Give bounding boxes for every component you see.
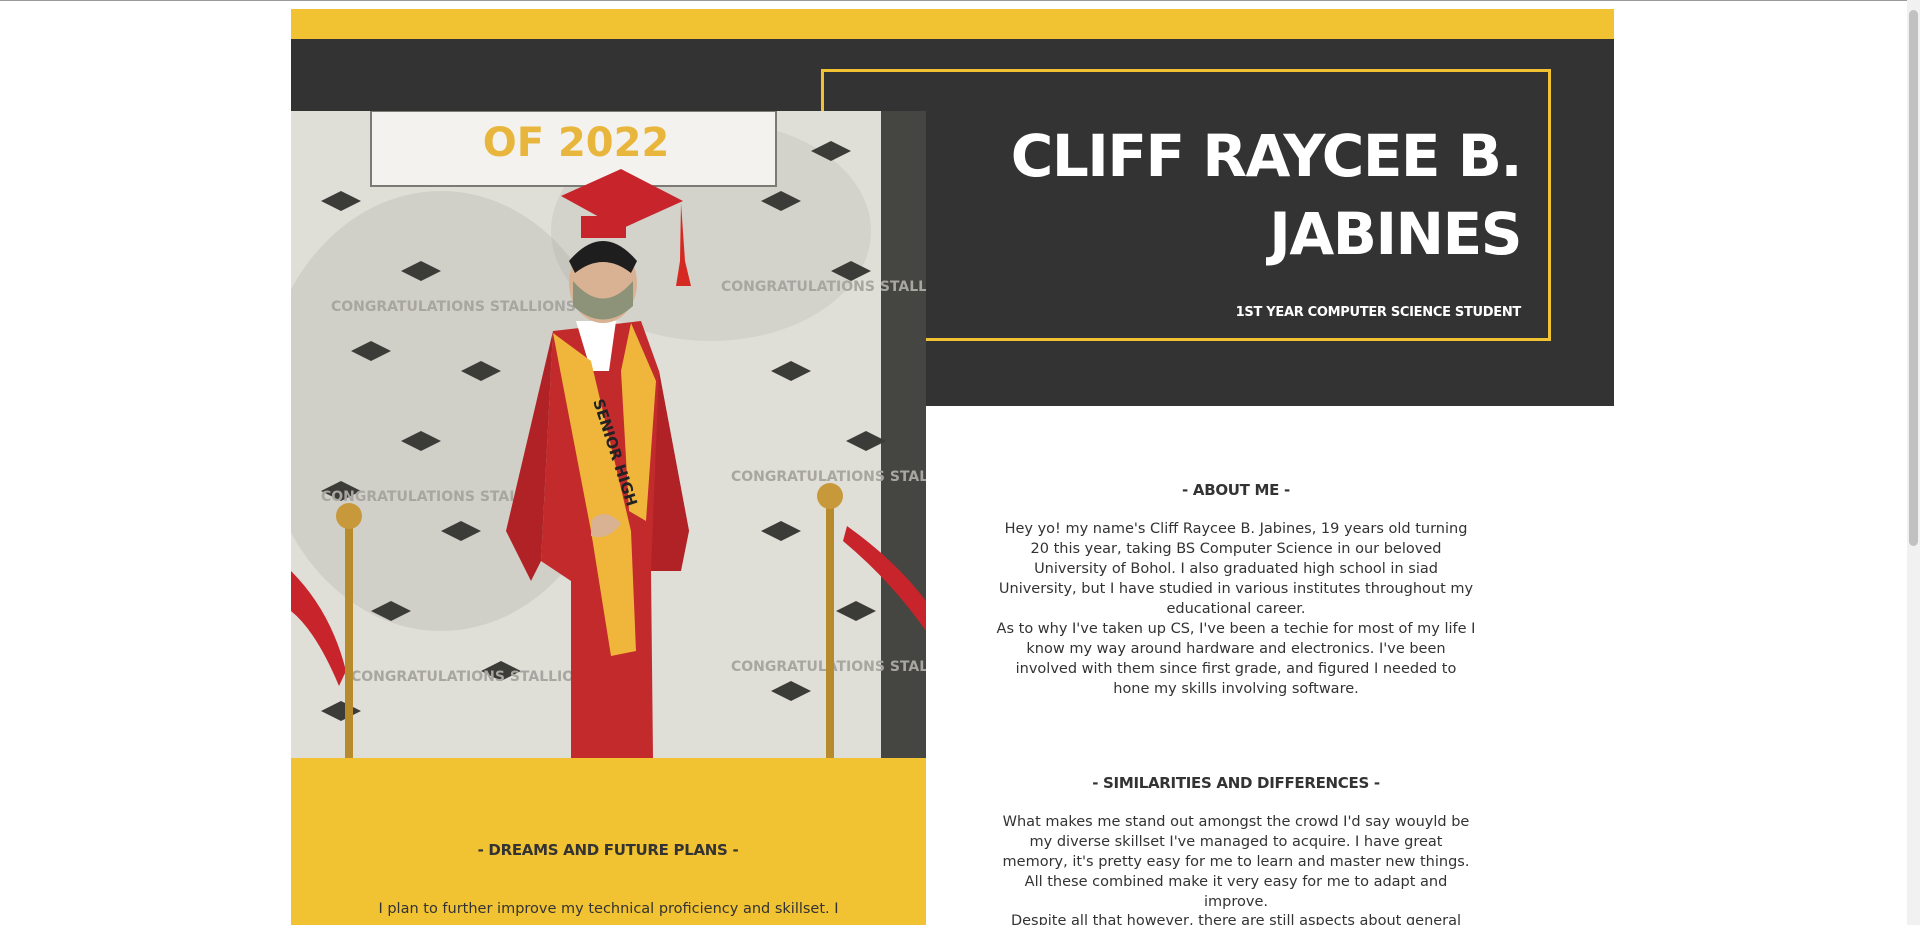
backdrop-text-5: CONGRATULATIONS STALLIONS! [351, 669, 602, 685]
about-paragraph-1: Hey yo! my name's Cliff Raycee B. Jabine… [998, 521, 1474, 617]
backdrop-text-4: CONGRATULATIONS STALLIONS! [731, 469, 926, 485]
page-subtitle: 1ST YEAR COMPUTER SCIENCE STUDENT [1235, 305, 1522, 320]
backdrop-text-2: CONGRATULATIONS STALLIONS! [721, 279, 926, 295]
backdrop-text-1: CONGRATULATIONS STALLIONS! [331, 299, 582, 315]
page-scrollbar[interactable] [1907, 0, 1920, 925]
similarities-paragraph-1: What makes me stand out amongst the crow… [1002, 814, 1470, 910]
about-paragraph-2: As to why I've taken up CS, I've been a … [996, 621, 1476, 697]
browser-top-border [0, 0, 1907, 1]
about-heading: - ABOUT ME - [1182, 481, 1290, 499]
scrollbar-thumb[interactable] [1909, 10, 1918, 546]
top-accent-bar [291, 9, 1614, 39]
similarities-paragraph-2: Despite all that however, there are stil… [1010, 913, 1462, 925]
banner-text: OF 2022 [483, 120, 670, 166]
profile-photo: OF 2022 CONGRATULATIONS STALLIONS! CONGR… [291, 111, 926, 758]
page-title: CLIFF RAYCEE B. JABINES [1010, 122, 1523, 268]
content-wrapper: CLIFF RAYCEE B. JABINES 1ST YEAR COMPUTE… [291, 9, 1614, 925]
portfolio-page: CLIFF RAYCEE B. JABINES 1ST YEAR COMPUTE… [0, 0, 1920, 925]
dreams-heading: - DREAMS AND FUTURE PLANS - [477, 841, 739, 859]
similarities-heading: - SIMILARITIES AND DIFFERENCES - [1092, 774, 1380, 792]
dreams-paragraph: I plan to further improve my technical p… [378, 901, 839, 917]
